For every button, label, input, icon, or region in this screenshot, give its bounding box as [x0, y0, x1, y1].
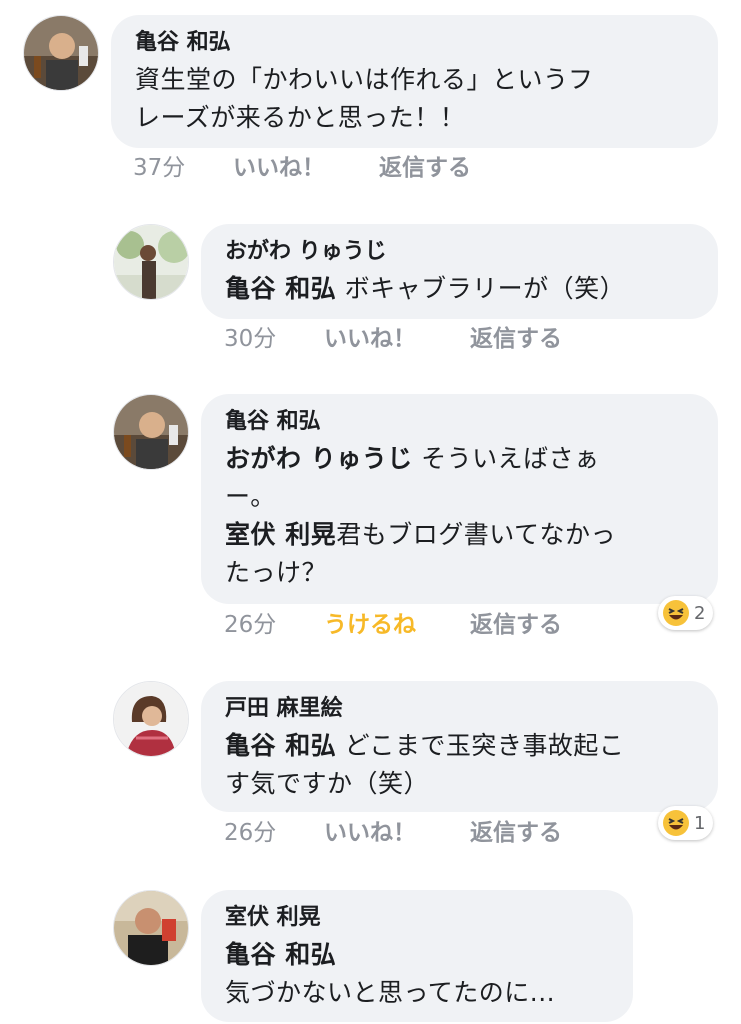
comment-time: 26分	[224, 612, 277, 638]
reply-button[interactable]: 返信する	[470, 610, 562, 640]
comment-text: 亀谷 和弘 ボキャブラリーが（笑）	[225, 274, 626, 303]
mention-link[interactable]: おがわ りゅうじ	[225, 444, 413, 473]
mention-link[interactable]: 亀谷 和弘	[225, 936, 609, 974]
reply-bubble: 亀谷 和弘 おがわ りゅうじ そういえばさぁ ー。 室伏 利晃君もブログ書いてな…	[201, 394, 718, 604]
mention-link[interactable]: 亀谷 和弘	[225, 274, 336, 303]
avatar[interactable]	[23, 15, 99, 91]
like-button[interactable]: いいね！	[233, 153, 379, 183]
reply-button[interactable]: 返信する	[470, 324, 562, 354]
comment-bubble: 亀谷 和弘 資生堂の「かわいいは作れる」というフ レーズが来るかと思った！！	[111, 15, 718, 148]
comment-author[interactable]: おがわ りゅうじ	[225, 238, 694, 266]
comment-actions: 26分 いいね！ 返信する	[224, 818, 562, 848]
avatar[interactable]	[113, 224, 189, 300]
reply-button[interactable]: 返信する	[379, 153, 471, 183]
comment-text: 亀谷 和弘 気づかないと思ってたのに...	[225, 936, 609, 1012]
comment-time: 30分	[224, 326, 277, 352]
comment-author[interactable]: 亀谷 和弘	[135, 29, 694, 57]
avatar[interactable]	[113, 681, 189, 757]
haha-emoji-icon	[663, 600, 689, 626]
reply-bubble: 戸田 麻里絵 亀谷 和弘 どこまで玉突き事故起こ す気ですか（笑）	[201, 681, 718, 812]
reaction-badge[interactable]: 1	[658, 806, 714, 840]
reaction-count: 1	[694, 812, 706, 834]
like-button[interactable]: いいね！	[324, 818, 470, 848]
comment-text: 亀谷 和弘 どこまで玉突き事故起こ す気ですか（笑）	[225, 731, 625, 798]
mention-link[interactable]: 室伏 利晃	[225, 520, 336, 549]
comment-actions: 37分 いいね！ 返信する	[133, 153, 471, 183]
reply-button[interactable]: 返信する	[470, 818, 562, 848]
like-button[interactable]: いいね！	[324, 324, 470, 354]
reaction-count: 2	[694, 602, 706, 624]
comment-actions: 26分 うけるね 返信する	[224, 610, 562, 640]
like-button[interactable]: うけるね	[324, 610, 470, 640]
comment-time: 26分	[224, 820, 277, 846]
mention-link[interactable]: 亀谷 和弘	[225, 731, 336, 760]
comment-author[interactable]: 室伏 利晃	[225, 904, 609, 932]
reply-bubble: おがわ りゅうじ 亀谷 和弘 ボキャブラリーが（笑）	[201, 224, 718, 319]
comment-author[interactable]: 亀谷 和弘	[225, 408, 694, 436]
reaction-badge[interactable]: 2	[658, 596, 714, 630]
comment-time: 37分	[133, 155, 186, 181]
avatar[interactable]	[113, 394, 189, 470]
reply-bubble: 室伏 利晃 亀谷 和弘 気づかないと思ってたのに...	[201, 890, 633, 1022]
comment-text: 資生堂の「かわいいは作れる」というフ レーズが来るかと思った！！	[135, 65, 594, 132]
comment-text: おがわ りゅうじ そういえばさぁ ー。 室伏 利晃君もブログ書いてなかっ たっけ…	[225, 444, 616, 587]
avatar[interactable]	[113, 890, 189, 966]
haha-emoji-icon	[663, 810, 689, 836]
comment-author[interactable]: 戸田 麻里絵	[225, 695, 694, 723]
comment-actions: 30分 いいね！ 返信する	[224, 324, 562, 354]
